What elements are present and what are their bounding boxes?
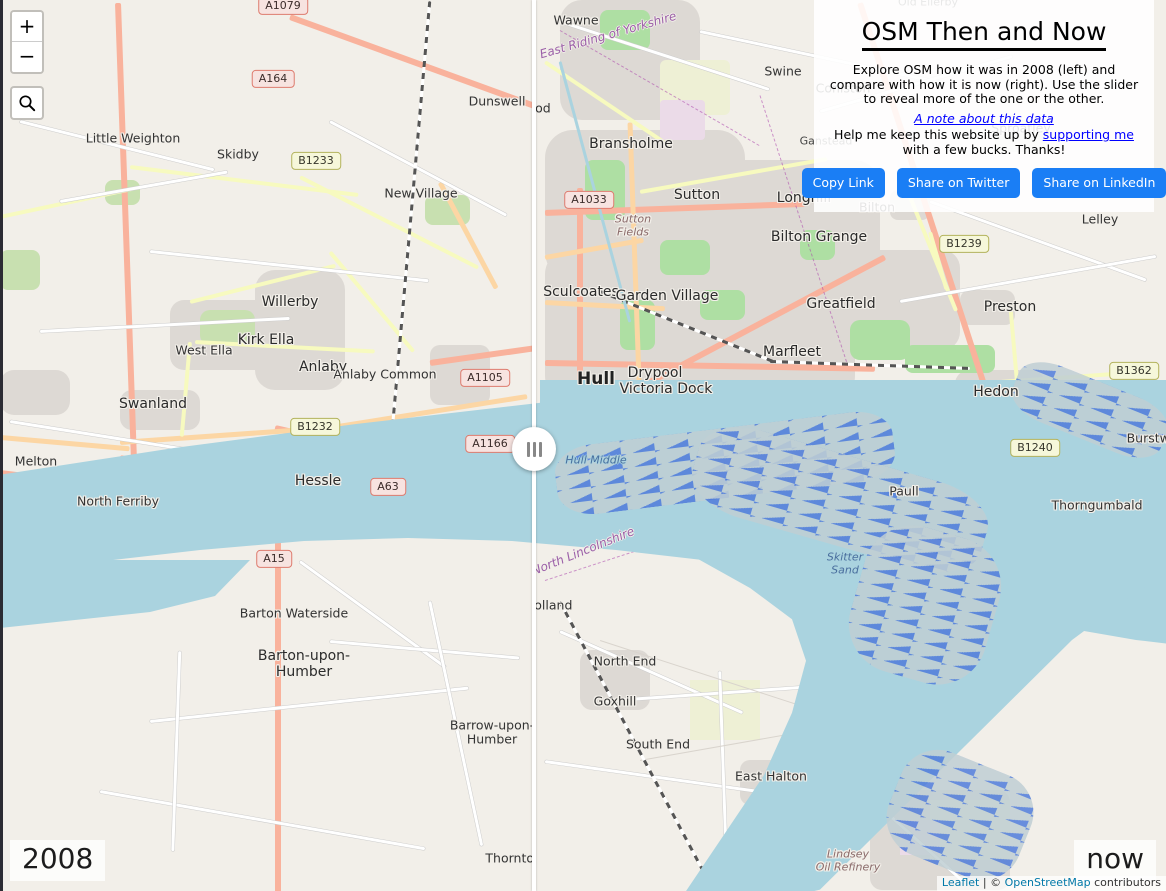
attribution-suffix: contributors bbox=[1090, 876, 1161, 890]
zoom-out-button[interactable]: − bbox=[12, 42, 42, 72]
share-button-row: Copy Link Share on Twitter Share on Link… bbox=[801, 167, 1166, 198]
openstreetmap-link[interactable]: OpenStreetMap bbox=[1005, 876, 1091, 889]
info-description: Explore OSM how it was in 2008 (left) an… bbox=[829, 61, 1139, 107]
map-attribution: Leaflet | © OpenStreetMap contributors bbox=[936, 876, 1166, 891]
note-about-data-link[interactable]: A note about this data bbox=[914, 111, 1054, 126]
search-icon bbox=[19, 95, 36, 112]
map-pane-2008[interactable]: Little Weighton Skidby New Village Dunsw… bbox=[0, 0, 533, 891]
drag-handle-icon bbox=[538, 441, 542, 457]
supporting-me-link[interactable]: supporting me bbox=[1043, 127, 1134, 142]
info-support-text: Help me keep this website up by supporti… bbox=[826, 127, 1142, 158]
leaflet-link[interactable]: Leaflet bbox=[942, 876, 979, 889]
attribution-separator: | © bbox=[979, 876, 1005, 890]
info-note-row: A note about this data bbox=[826, 108, 1142, 127]
year-badge-then: 2008 bbox=[10, 840, 106, 881]
zoom-control[interactable]: + − bbox=[10, 10, 44, 74]
share-linkedin-button[interactable]: Share on LinkedIn bbox=[1032, 167, 1166, 198]
support-prefix: Help me keep this website up by bbox=[834, 127, 1039, 142]
support-suffix: with a few bucks. Thanks! bbox=[902, 141, 1066, 157]
zoom-in-button[interactable]: + bbox=[12, 12, 42, 42]
drag-handle-icon bbox=[532, 441, 536, 457]
share-twitter-button[interactable]: Share on Twitter bbox=[896, 167, 1021, 198]
swipe-handle[interactable] bbox=[512, 427, 556, 471]
osm-then-and-now-app: Little Weighton Skidby New Village Dunsw… bbox=[0, 0, 1166, 891]
page-title: OSM Then and Now bbox=[861, 17, 1107, 51]
drag-handle-icon bbox=[526, 441, 530, 457]
copy-link-button[interactable]: Copy Link bbox=[801, 167, 885, 198]
year-badge-now: now bbox=[1074, 840, 1156, 881]
info-panel: OSM Then and Now Explore OSM how it was … bbox=[801, 0, 1166, 212]
search-button[interactable] bbox=[10, 86, 44, 120]
map-left-edge bbox=[0, 0, 3, 891]
map-canvas-2008: Little Weighton Skidby New Village Dunsw… bbox=[0, 0, 533, 891]
